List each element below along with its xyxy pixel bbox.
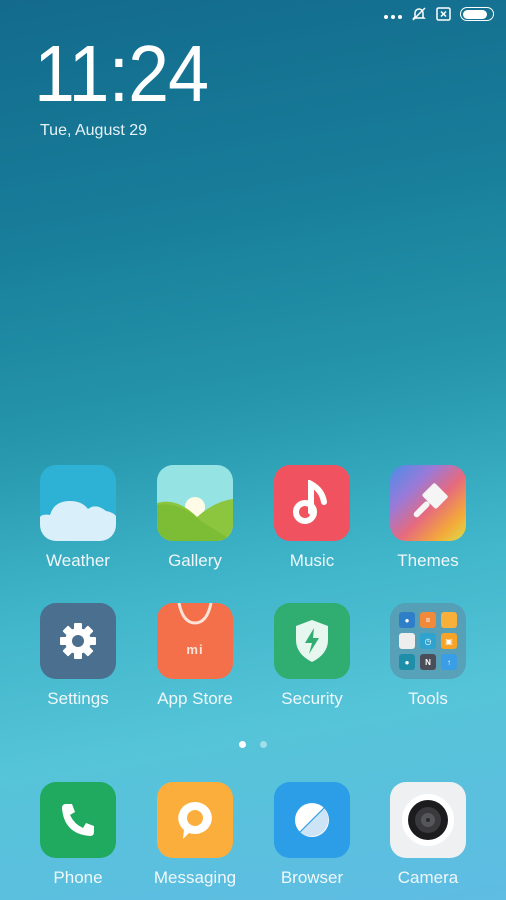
- clock-mini-icon: ◷: [420, 633, 436, 649]
- clock-time: 11:24: [34, 29, 209, 118]
- app-tools-folder[interactable]: ● = ◷ ▣ ● N ↑ Tools: [370, 603, 486, 709]
- app-label: Settings: [47, 689, 109, 708]
- security-icon: [274, 603, 350, 679]
- browser-icon: [274, 782, 350, 858]
- updater-mini-icon: ↑: [441, 654, 457, 670]
- page-dot-2[interactable]: [260, 741, 267, 748]
- files-mini-icon: [441, 612, 457, 628]
- app-label: Browser: [280, 868, 344, 887]
- dock-phone[interactable]: Phone: [20, 782, 136, 888]
- battery-fill: [462, 9, 488, 19]
- app-weather[interactable]: Weather: [20, 465, 136, 571]
- messaging-icon: [157, 782, 233, 858]
- app-label: Camera: [397, 868, 459, 887]
- more-dots-icon: [384, 15, 402, 19]
- app-themes[interactable]: Themes: [370, 465, 486, 571]
- app-security[interactable]: Security: [254, 603, 370, 709]
- dock-messaging[interactable]: Messaging: [137, 782, 253, 888]
- themes-icon: [390, 465, 466, 541]
- contacts-mini-icon: ●: [399, 612, 415, 628]
- gallery-icon: [157, 465, 233, 541]
- calendar-mini-icon: ▣: [441, 633, 457, 649]
- app-label: Tools: [408, 689, 448, 708]
- app-gallery[interactable]: Gallery: [137, 465, 253, 571]
- battery-icon: [460, 7, 494, 21]
- camera-icon: [390, 782, 466, 858]
- page-dot-1[interactable]: [239, 741, 246, 748]
- app-label: Weather: [46, 551, 110, 570]
- app-label: App Store: [157, 689, 233, 708]
- status-bar: [0, 0, 506, 30]
- phone-icon: [40, 782, 116, 858]
- app-label: Phone: [53, 868, 103, 887]
- app-music[interactable]: Music: [254, 465, 370, 571]
- app-app-store[interactable]: mi App Store: [137, 603, 253, 709]
- app-label: Gallery: [168, 551, 222, 570]
- lock-date[interactable]: Tue, August 29: [40, 122, 147, 140]
- email-mini-icon: [399, 633, 415, 649]
- app-settings[interactable]: Settings: [20, 603, 136, 709]
- app-label: Themes: [397, 551, 459, 570]
- app-label: Music: [289, 551, 335, 570]
- recorder-mini-icon: ●: [399, 654, 415, 670]
- music-icon: [274, 465, 350, 541]
- lock-clock[interactable]: 11:24: [34, 34, 209, 114]
- weather-icon: [40, 465, 116, 541]
- dock-camera[interactable]: Camera: [370, 782, 486, 888]
- dock-browser[interactable]: Browser: [254, 782, 370, 888]
- settings-icon: [40, 603, 116, 679]
- notes-n-mini-icon: N: [420, 654, 436, 670]
- notes-mini-icon: =: [420, 612, 436, 628]
- app-label: Security: [281, 689, 343, 708]
- app-store-icon: mi: [157, 603, 233, 679]
- tools-folder-icon: ● = ◷ ▣ ● N ↑: [390, 603, 466, 679]
- app-label: Messaging: [153, 868, 237, 887]
- sim-off-icon: [436, 7, 451, 21]
- notifications-muted-icon: [412, 7, 426, 21]
- page-indicator: [0, 741, 506, 748]
- mi-logo: mi: [186, 641, 204, 657]
